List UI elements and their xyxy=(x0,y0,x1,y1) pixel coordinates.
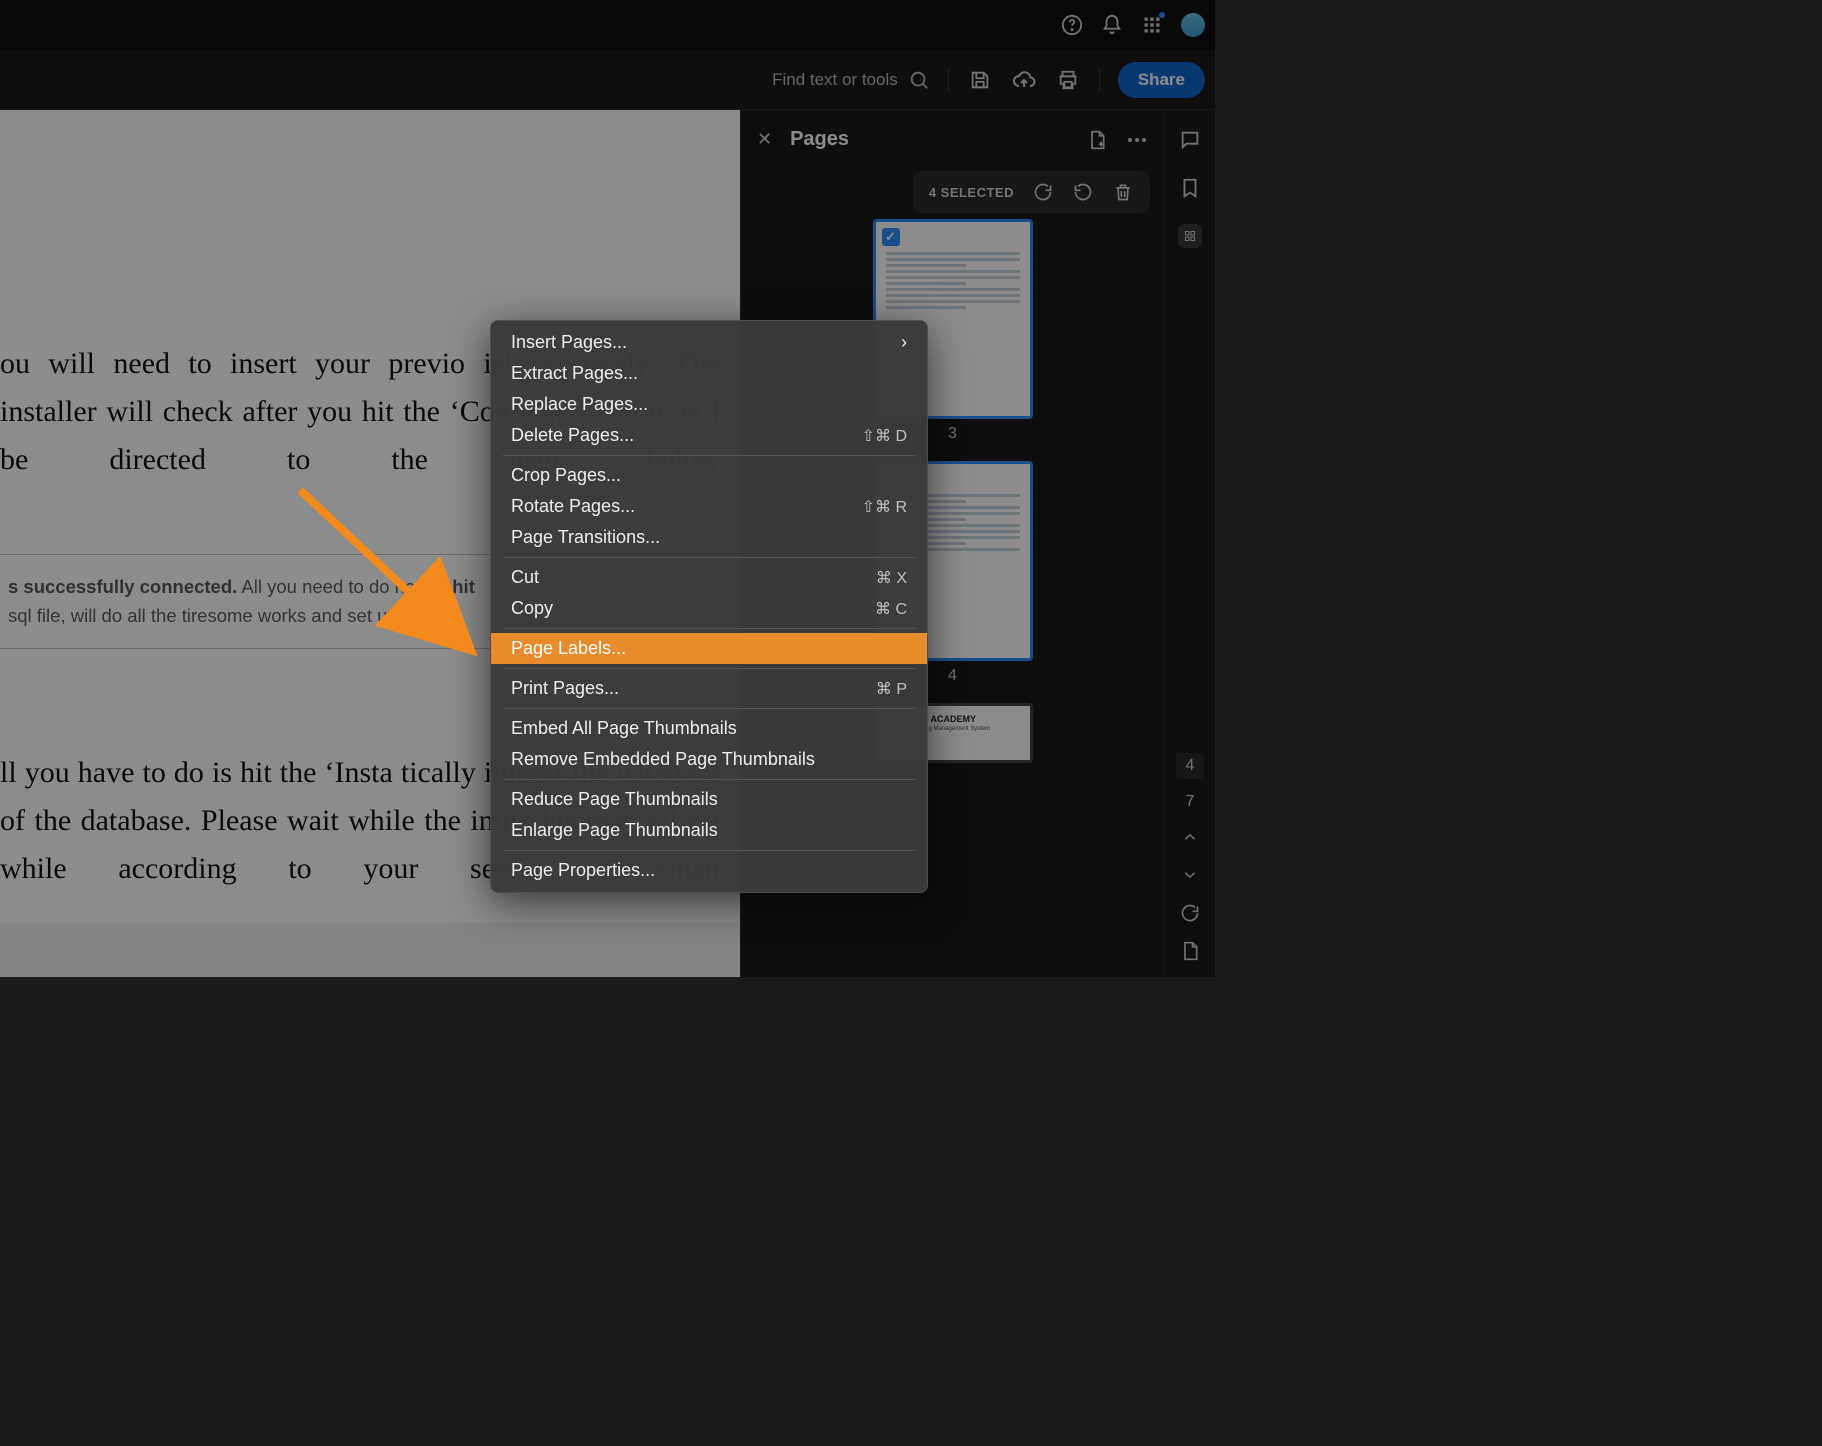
save-icon[interactable] xyxy=(967,67,993,93)
menu-separator xyxy=(503,557,915,558)
menu-separator xyxy=(503,850,915,851)
shortcut-label: ⇧⌘ D xyxy=(862,426,907,446)
bookmark-icon[interactable] xyxy=(1178,176,1202,200)
menu-page-labels[interactable]: Page Labels... xyxy=(491,633,927,664)
comment-icon[interactable] xyxy=(1178,128,1202,152)
menu-rotate-pages[interactable]: Rotate Pages... ⇧⌘ R xyxy=(491,491,927,522)
menu-separator xyxy=(503,455,915,456)
share-button[interactable]: Share xyxy=(1118,62,1205,98)
thumbnail-page-number: 4 xyxy=(948,667,957,685)
chevron-right-icon: › xyxy=(901,332,907,353)
context-menu: Insert Pages... › Extract Pages... Repla… xyxy=(490,320,928,893)
right-rail: 4 7 xyxy=(1165,110,1215,977)
shortcut-label: ⌘ P xyxy=(876,679,907,699)
find-text-tools[interactable]: Find text or tools xyxy=(772,69,930,91)
thumbnail-selected-check-icon xyxy=(882,228,900,246)
document-toolbar: Find text or tools Share xyxy=(0,50,1215,110)
menu-insert-pages[interactable]: Insert Pages... › xyxy=(491,327,927,358)
shortcut-label: ⌘ X xyxy=(876,568,907,588)
thumbnail-page-number: 3 xyxy=(948,425,957,443)
menu-print-pages[interactable]: Print Pages... ⌘ P xyxy=(491,673,927,704)
rotate-cw-icon[interactable] xyxy=(1032,181,1054,203)
pages-panel-header: ✕ Pages xyxy=(741,110,1164,161)
page-down-icon[interactable] xyxy=(1178,863,1202,887)
divider xyxy=(948,67,949,93)
new-page-icon[interactable] xyxy=(1086,129,1108,151)
menu-embed-all-thumbnails[interactable]: Embed All Page Thumbnails xyxy=(491,713,927,744)
refresh-icon[interactable] xyxy=(1178,901,1202,925)
page-file-icon[interactable] xyxy=(1178,939,1202,963)
delete-icon[interactable] xyxy=(1112,181,1134,203)
page-up-icon[interactable] xyxy=(1178,825,1202,849)
notifications-icon[interactable] xyxy=(1101,14,1123,36)
menu-separator xyxy=(503,668,915,669)
menu-separator xyxy=(503,779,915,780)
close-icon[interactable]: ✕ xyxy=(757,129,772,150)
print-icon[interactable] xyxy=(1055,67,1081,93)
more-options-icon[interactable] xyxy=(1126,129,1148,151)
menu-page-transitions[interactable]: Page Transitions... xyxy=(491,522,927,553)
pages-grid-icon[interactable] xyxy=(1178,224,1202,248)
help-icon[interactable] xyxy=(1061,14,1083,36)
avatar[interactable] xyxy=(1181,13,1205,37)
page-navigator: 4 7 xyxy=(1176,753,1205,977)
callout-strong: s successfully connected. xyxy=(8,576,237,597)
cloud-upload-icon[interactable] xyxy=(1011,67,1037,93)
menu-copy[interactable]: Copy ⌘ C xyxy=(491,593,927,624)
total-pages: 7 xyxy=(1186,793,1195,811)
menu-delete-pages[interactable]: Delete Pages... ⇧⌘ D xyxy=(491,420,927,451)
menu-extract-pages[interactable]: Extract Pages... xyxy=(491,358,927,389)
apps-grid-icon[interactable] xyxy=(1141,14,1163,36)
pages-panel-title: Pages xyxy=(790,128,1068,151)
rotate-ccw-icon[interactable] xyxy=(1072,181,1094,203)
selection-count: 4 SELECTED xyxy=(929,185,1014,200)
shortcut-label: ⌘ C xyxy=(875,599,907,619)
menu-separator xyxy=(503,628,915,629)
menu-remove-embedded-thumbnails[interactable]: Remove Embedded Page Thumbnails xyxy=(491,744,927,775)
app-toolbar xyxy=(0,0,1215,50)
menu-replace-pages[interactable]: Replace Pages... xyxy=(491,389,927,420)
selection-toolbar: 4 SELECTED xyxy=(913,171,1150,213)
shortcut-label: ⇧⌘ R xyxy=(862,497,907,517)
find-placeholder: Find text or tools xyxy=(772,70,898,90)
menu-crop-pages[interactable]: Crop Pages... xyxy=(491,460,927,491)
menu-reduce-thumbnails[interactable]: Reduce Page Thumbnails xyxy=(491,784,927,815)
current-page-input[interactable]: 4 xyxy=(1176,753,1205,779)
menu-page-properties[interactable]: Page Properties... xyxy=(491,855,927,886)
menu-separator xyxy=(503,708,915,709)
divider xyxy=(1099,67,1100,93)
menu-enlarge-thumbnails[interactable]: Enlarge Page Thumbnails xyxy=(491,815,927,846)
menu-cut[interactable]: Cut ⌘ X xyxy=(491,562,927,593)
